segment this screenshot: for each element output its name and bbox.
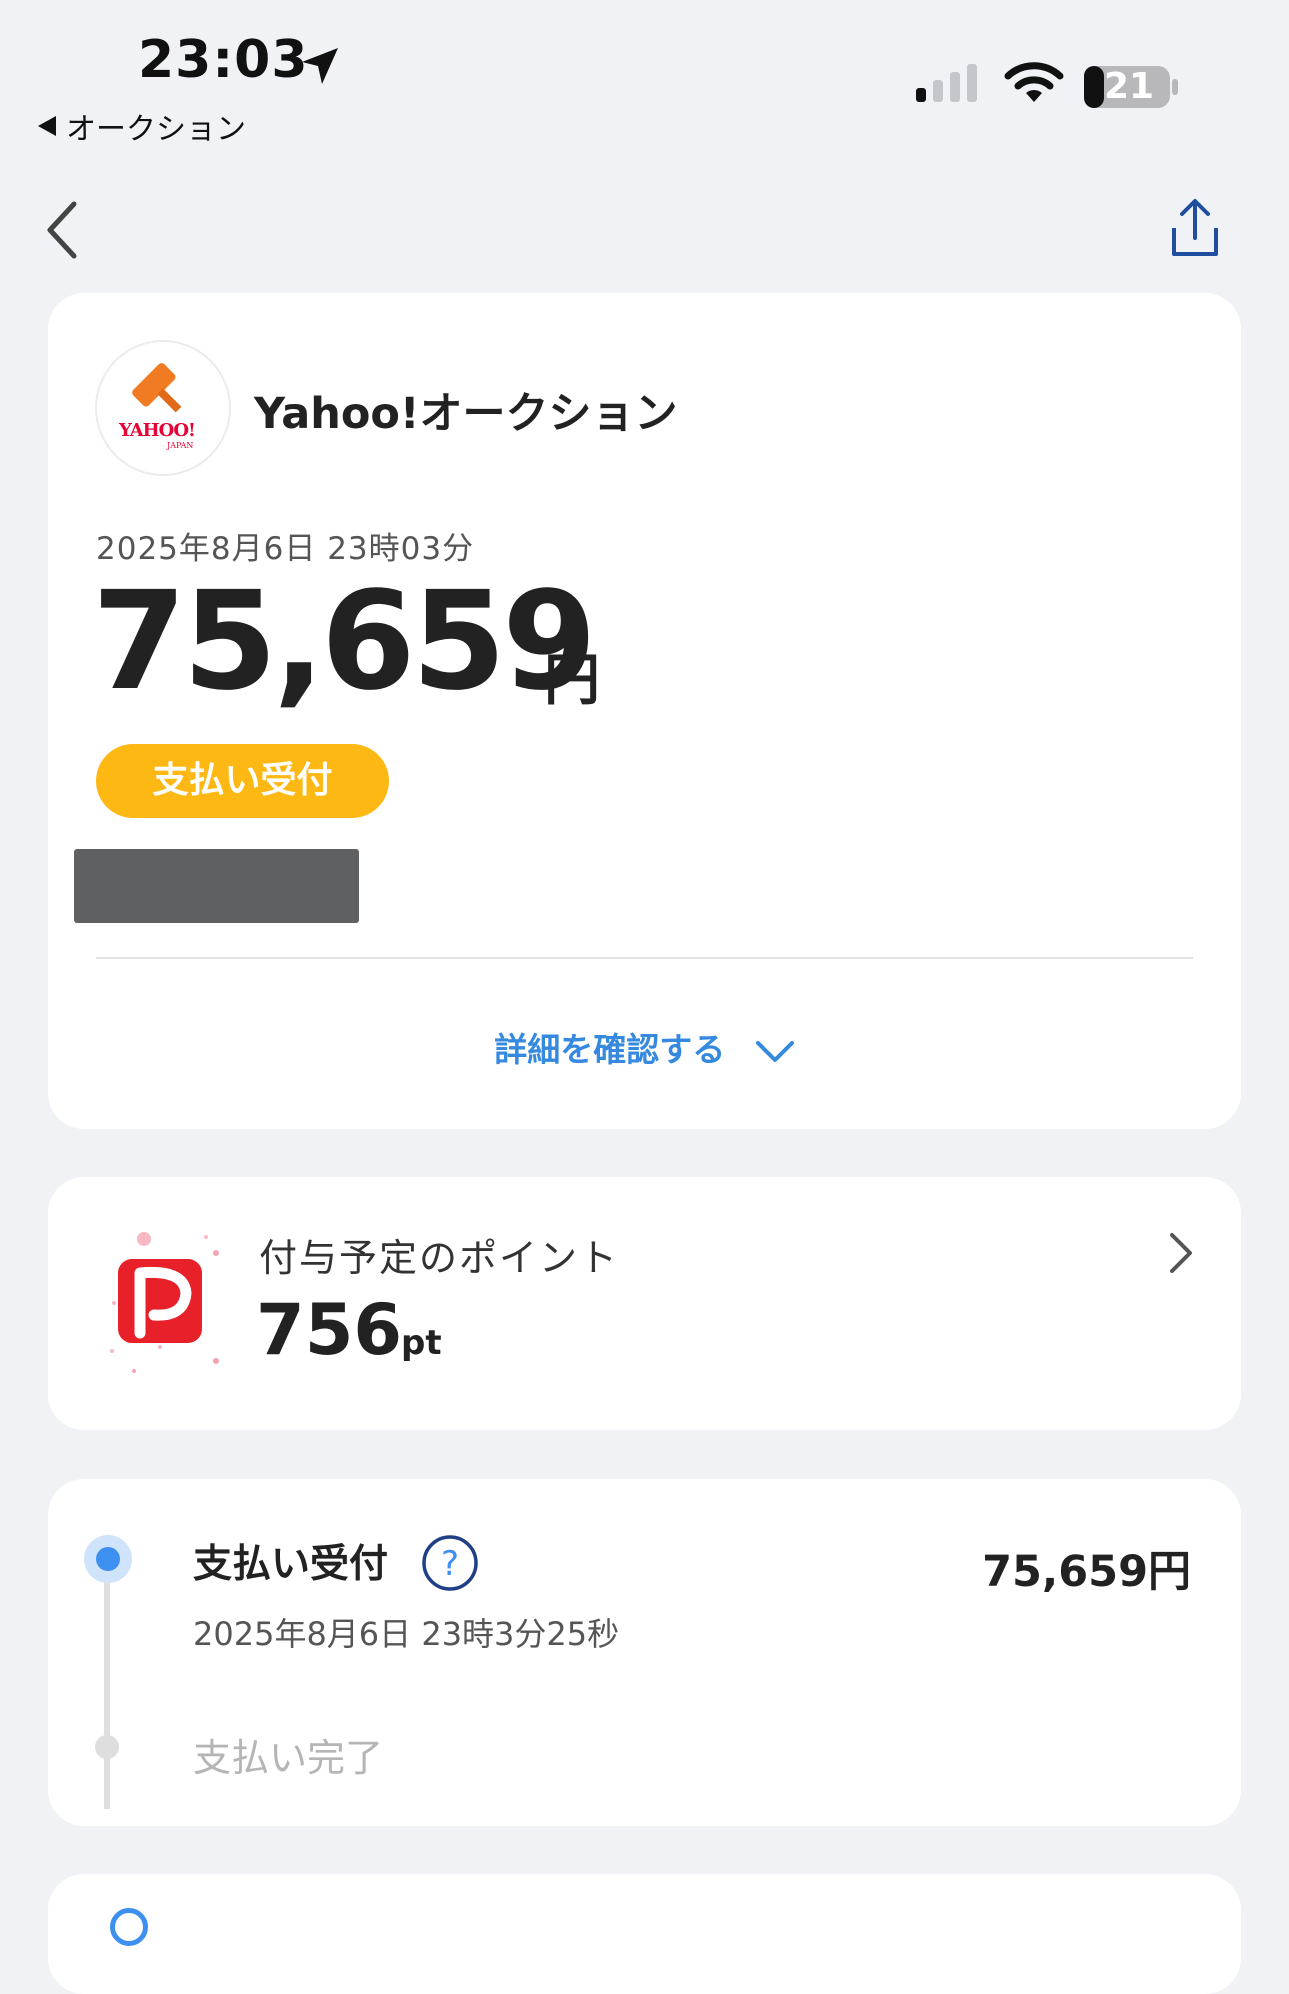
timeline-dot-active [84, 1535, 132, 1583]
view-details-link[interactable]: 詳細を確認する [48, 1023, 1241, 1071]
timeline-step-datetime: 2025年8月6日 23時3分25秒 [193, 1615, 620, 1653]
status-bar: 23:03 オークション 21 [0, 0, 1289, 150]
status-badge: 支払い受付 [96, 744, 389, 818]
back-chevron-icon[interactable] [42, 198, 82, 262]
back-to-app-link[interactable]: オークション [38, 104, 246, 148]
location-arrow-icon [302, 48, 338, 84]
transaction-card: YAHOO! JAPAN Yahoo!オークション 2025年8月6日 23時0… [48, 293, 1241, 1129]
nav-bar [0, 180, 1289, 270]
help-icon[interactable]: ? [420, 1533, 480, 1593]
chevron-right-icon[interactable] [1166, 1231, 1196, 1275]
view-details-label: 詳細を確認する [494, 1030, 726, 1069]
signal-icon [916, 64, 977, 102]
back-app-label: オークション [66, 112, 246, 147]
timeline-step-amount: 75,659円 [982, 1547, 1191, 1597]
timeline-step-accepted: 支払い受付 [193, 1542, 389, 1587]
points-unit: pt [401, 1323, 442, 1363]
gavel-icon [132, 363, 182, 413]
timeline-line [104, 1579, 110, 1809]
points-card[interactable]: 付与予定のポイント 756 pt [48, 1177, 1241, 1430]
merchant-logo-subtext: JAPAN [167, 441, 194, 450]
status-time: 23:03 [138, 30, 309, 90]
redacted-block [74, 849, 359, 923]
merchant-logo-text: YAHOO! [119, 420, 196, 441]
divider [96, 957, 1193, 959]
transaction-datetime: 2025年8月6日 23時03分 [96, 531, 475, 567]
points-value: 756 [256, 1289, 403, 1371]
back-triangle-icon [38, 116, 56, 136]
currency-label: 円 [544, 648, 600, 713]
timeline-dot-pending [95, 1735, 119, 1759]
chevron-down-icon [755, 1040, 794, 1062]
next-card-icon [110, 1908, 148, 1946]
wifi-icon [1004, 62, 1064, 102]
merchant-logo: YAHOO! JAPAN [95, 340, 231, 476]
battery-icon: 21 [1084, 64, 1180, 114]
svg-text:?: ? [441, 1544, 459, 1584]
next-card [48, 1874, 1241, 1994]
paypay-icon [110, 1232, 219, 1373]
share-icon[interactable] [1160, 194, 1230, 264]
points-label: 付与予定のポイント [259, 1236, 620, 1280]
payment-timeline-card: 支払い受付 ? 75,659円 2025年8月6日 23時3分25秒 支払い完了 [48, 1479, 1241, 1826]
merchant-name: Yahoo!オークション [254, 389, 678, 439]
battery-level: 21 [1104, 66, 1155, 107]
timeline-step-completed: 支払い完了 [193, 1736, 384, 1780]
transaction-amount: 75,659 [92, 563, 597, 721]
